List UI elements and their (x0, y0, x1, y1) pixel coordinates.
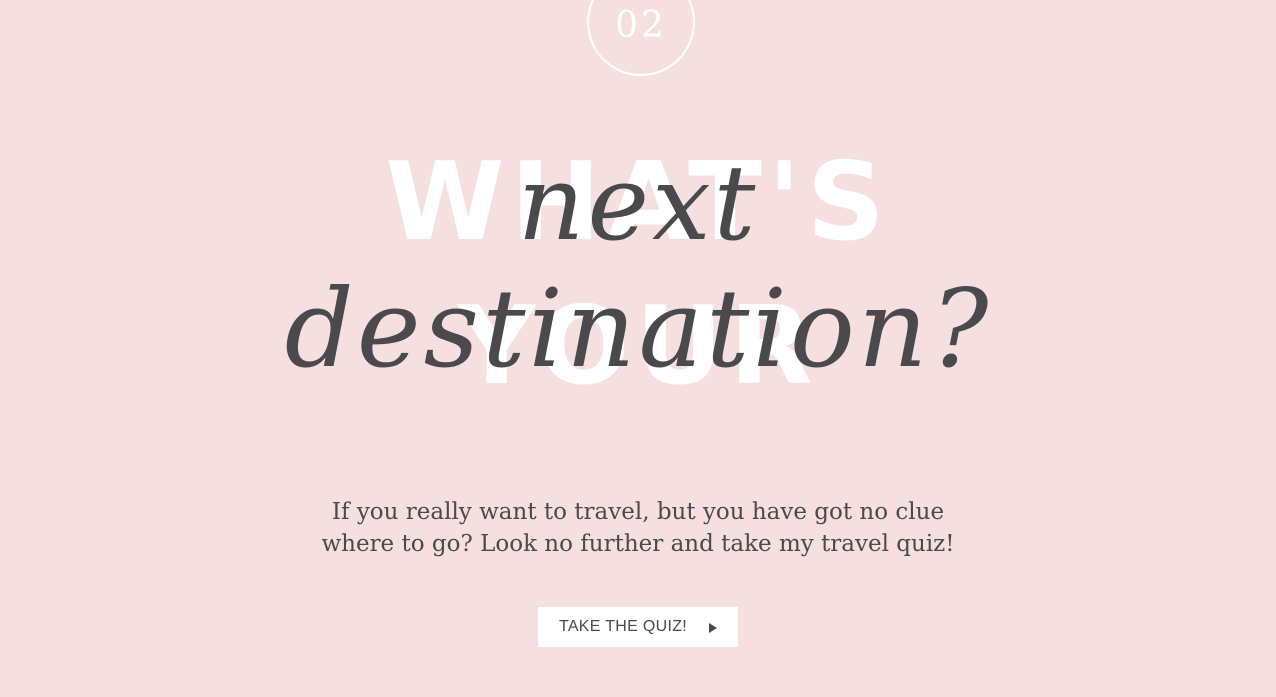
play-icon (709, 622, 718, 633)
script-heading-line-1: next (517, 142, 759, 264)
intro-line-2: where to go? Look no further and take my… (321, 531, 955, 557)
intro-text: If you really want to travel, but you ha… (0, 496, 1276, 560)
script-heading-line-2: destination? (284, 267, 992, 392)
quiz-section: 02 WHAT'S YOUR next destination? If you … (0, 0, 1276, 697)
intro-line-1: If you really want to travel, but you ha… (331, 499, 945, 525)
step-number: 02 (615, 5, 667, 46)
take-quiz-button[interactable]: TAKE THE QUIZ! (538, 607, 738, 647)
take-quiz-label: TAKE THE QUIZ! (558, 618, 688, 635)
step-circle: 02 (587, 0, 695, 76)
